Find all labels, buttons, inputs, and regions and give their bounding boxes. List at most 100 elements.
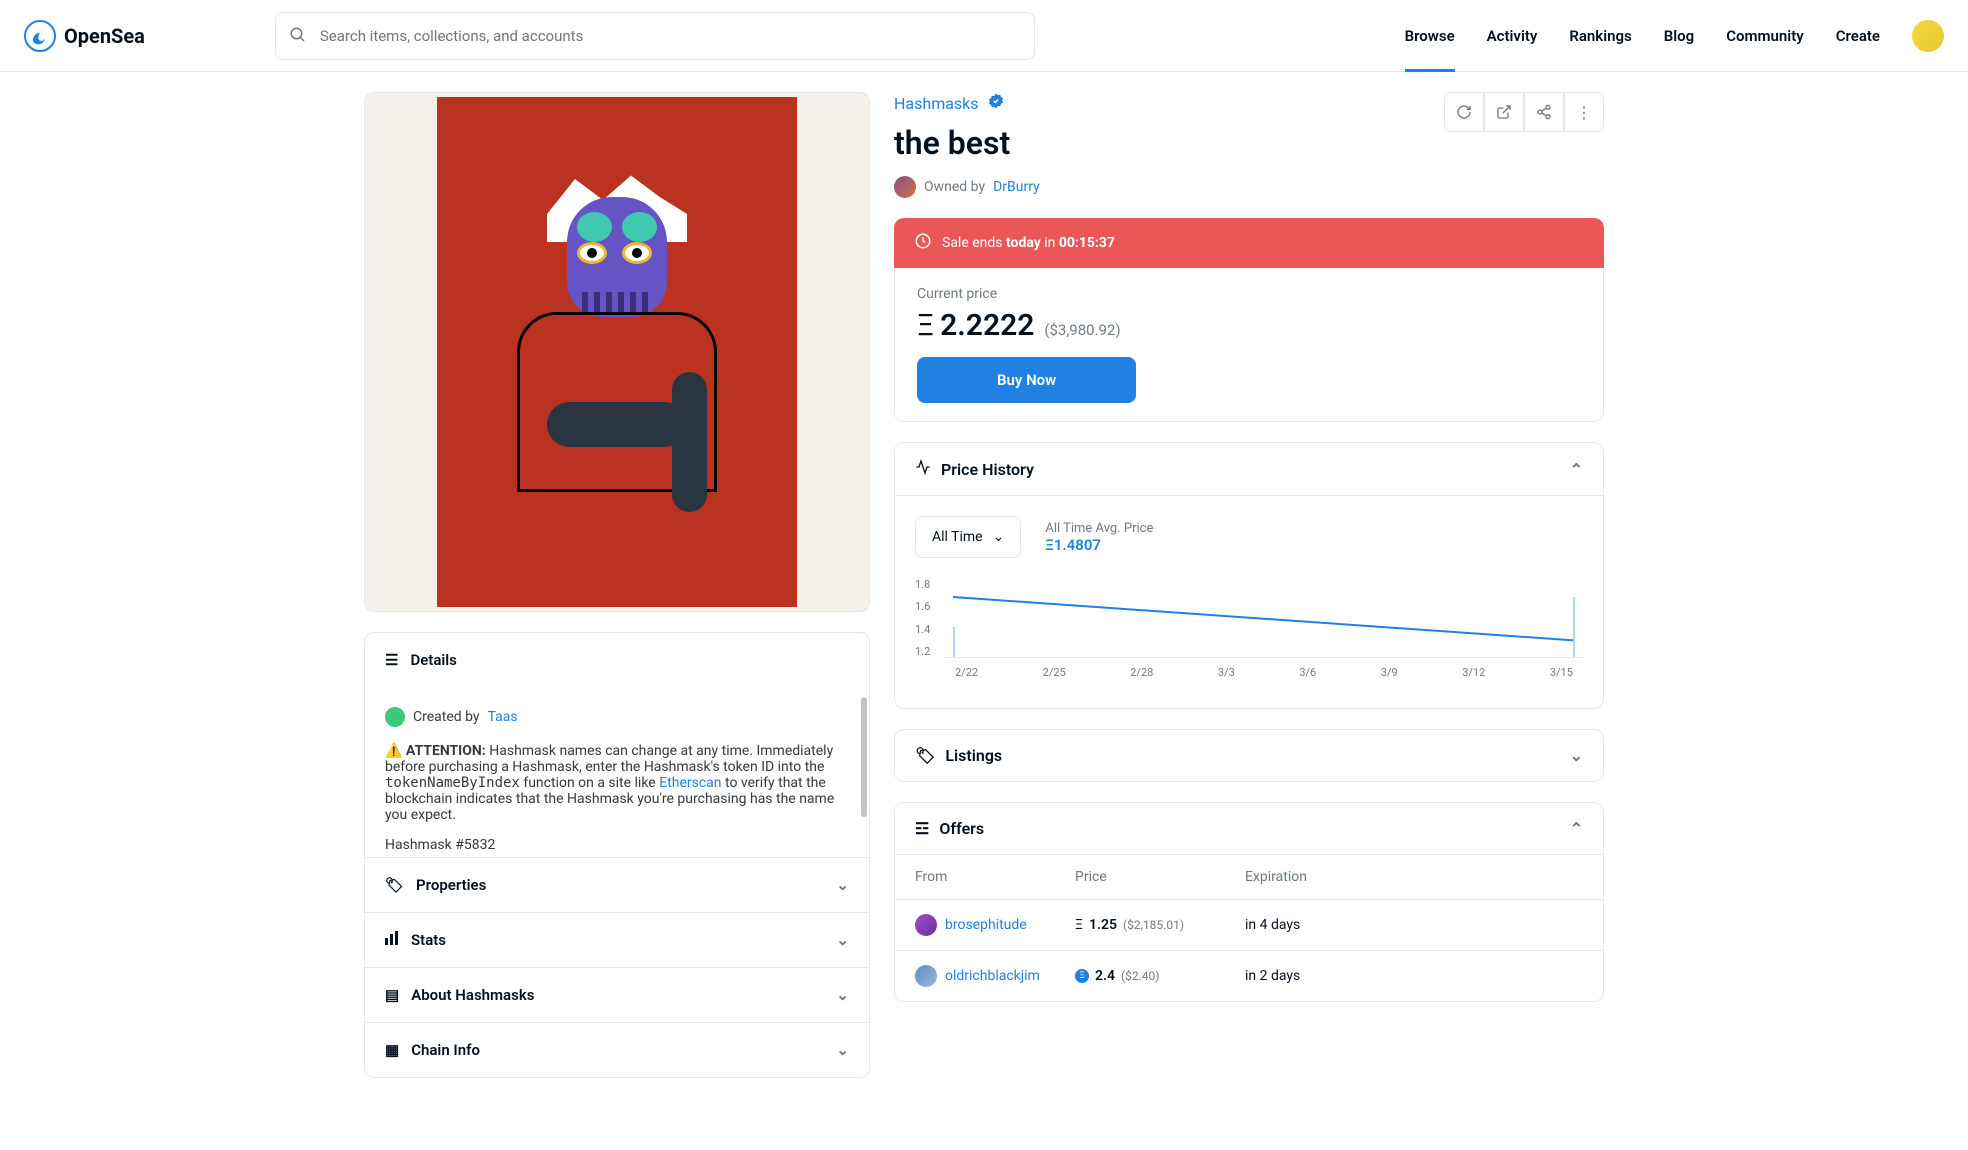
- stats-label: Stats: [411, 931, 446, 949]
- nav-activity[interactable]: Activity: [1487, 27, 1538, 45]
- verified-badge-icon: [987, 92, 1005, 114]
- properties-header[interactable]: 🏷 Properties ⌄: [365, 858, 869, 912]
- price-chart: 1.81.61.41.2 2/222/252/283/33/63/93/123/…: [915, 578, 1583, 688]
- owned-by-label: Owned by: [924, 179, 985, 195]
- offer-expiration: in 2 days: [1245, 968, 1583, 984]
- chevron-up-icon: ⌃: [1570, 819, 1583, 838]
- user-avatar-icon: [915, 914, 937, 936]
- offers-label: Offers: [939, 819, 984, 838]
- warning-label: ATTENTION:: [402, 743, 489, 759]
- warn-t2: function on a site like: [520, 775, 659, 791]
- nft-image: [437, 97, 797, 607]
- x-tick: 2/22: [955, 666, 978, 679]
- offer-user-link[interactable]: brosephitude: [945, 917, 1027, 933]
- x-tick: 3/3: [1218, 666, 1235, 679]
- logo[interactable]: OpenSea: [24, 20, 145, 52]
- eth-icon: Ξ: [1075, 917, 1083, 933]
- listings-card: 🏷 Listings ⌄: [894, 729, 1604, 782]
- properties-label: Properties: [416, 876, 486, 894]
- x-tick: 3/9: [1381, 666, 1398, 679]
- sale-banner: Sale ends today in 00:15:37: [894, 218, 1604, 268]
- nav-rankings[interactable]: Rankings: [1569, 27, 1631, 45]
- hashmask-id: Hashmask #5832: [385, 837, 849, 853]
- offer-price: 2.4: [1095, 968, 1115, 984]
- clock-icon: [914, 232, 932, 254]
- col-from: From: [915, 869, 1075, 885]
- offers-header[interactable]: ☲ Offers ⌃: [895, 803, 1603, 855]
- chevron-down-icon: ⌄: [836, 876, 849, 894]
- col-exp: Expiration: [1245, 869, 1583, 885]
- stats-header[interactable]: Stats ⌄: [365, 913, 869, 967]
- nav-browse[interactable]: Browse: [1405, 27, 1455, 72]
- offer-row: brosephitudeΞ 1.25 ($2,185.01)in 4 days: [895, 900, 1603, 951]
- tag-icon: 🏷: [385, 876, 404, 894]
- main-header: OpenSea Browse Activity Rankings Blog Co…: [0, 0, 1968, 72]
- tag-icon: 🏷: [915, 746, 935, 765]
- list-icon: ☰: [385, 651, 398, 669]
- time-range-select[interactable]: All Time ⌄: [915, 516, 1021, 558]
- nav-create[interactable]: Create: [1836, 27, 1880, 45]
- x-tick: 2/28: [1130, 666, 1153, 679]
- avg-price-value: Ξ1.4807: [1045, 536, 1153, 554]
- eth-amount: 2.2222: [940, 308, 1034, 343]
- details-title: Details: [410, 651, 456, 669]
- etherscan-link[interactable]: Etherscan: [659, 775, 721, 791]
- main-nav: Browse Activity Rankings Blog Community …: [1405, 20, 1944, 52]
- share-button[interactable]: [1524, 92, 1564, 132]
- nav-blog[interactable]: Blog: [1664, 27, 1694, 45]
- created-by-label: Created by: [413, 709, 480, 725]
- nav-community[interactable]: Community: [1726, 27, 1804, 45]
- x-tick: 2/25: [1043, 666, 1066, 679]
- listings-header[interactable]: 🏷 Listings ⌄: [895, 730, 1603, 781]
- x-tick: 3/6: [1299, 666, 1316, 679]
- price-history-card: Price History ⌃ All Time ⌄ All Time Avg.…: [894, 442, 1604, 709]
- col-price: Price: [1075, 869, 1245, 885]
- offer-price: 1.25: [1089, 917, 1117, 933]
- price-history-label: Price History: [941, 460, 1034, 479]
- opensea-logo-icon: [24, 20, 56, 52]
- item-actions: ⋮: [1444, 92, 1604, 132]
- search-input[interactable]: [275, 12, 1035, 60]
- owner-avatar-icon: [894, 176, 916, 198]
- chain-header[interactable]: ▦ Chain Info ⌄: [365, 1023, 869, 1077]
- usd-price: ($3,980.92): [1044, 321, 1120, 339]
- avg-price-label: All Time Avg. Price: [1045, 521, 1153, 536]
- price-history-header[interactable]: Price History ⌃: [895, 443, 1603, 496]
- x-tick: 3/15: [1550, 666, 1573, 679]
- offer-user-link[interactable]: oldrichblackjim: [945, 968, 1040, 984]
- sale-countdown: 00:15:37: [1059, 235, 1115, 251]
- user-avatar[interactable]: [1912, 20, 1944, 52]
- offer-usd: ($2.40): [1121, 969, 1159, 983]
- code-fn: tokenNameByIndex: [385, 775, 520, 791]
- y-tick: 1.2: [915, 645, 930, 658]
- creator-link[interactable]: Taas: [488, 709, 518, 725]
- x-tick: 3/12: [1462, 666, 1485, 679]
- bars-icon: [385, 931, 399, 949]
- offers-card: ☲ Offers ⌃ From Price Expiration broseph…: [894, 802, 1604, 1002]
- sale-when: today: [1006, 235, 1041, 251]
- details-body: Created by Taas ⚠️ ATTENTION: Hashmask n…: [365, 687, 869, 857]
- scrollbar[interactable]: [861, 697, 867, 817]
- collection-link[interactable]: Hashmasks: [894, 94, 979, 113]
- offers-columns: From Price Expiration: [895, 855, 1603, 900]
- y-tick: 1.8: [915, 578, 930, 591]
- about-header[interactable]: ▤ About Hashmasks ⌄: [365, 968, 869, 1022]
- search-container: [275, 12, 1035, 60]
- artwork-frame[interactable]: [364, 92, 870, 612]
- chevron-down-icon: ⌄: [836, 931, 849, 949]
- search-icon: [289, 26, 307, 48]
- details-header[interactable]: ☰ Details: [365, 633, 869, 687]
- refresh-button[interactable]: [1444, 92, 1484, 132]
- offer-row: oldrichblackjim Ξ 2.4 ($2.40) in 2 days: [895, 951, 1603, 1001]
- eth-price: Ξ2.2222: [917, 308, 1034, 343]
- weth-icon: Ξ: [1075, 969, 1089, 983]
- brand-name: OpenSea: [64, 24, 145, 48]
- more-button[interactable]: ⋮: [1564, 92, 1604, 132]
- chevron-down-icon: ⌄: [836, 986, 849, 1004]
- owner-link[interactable]: DrBurry: [993, 179, 1040, 195]
- buy-now-button[interactable]: Buy Now: [917, 357, 1136, 403]
- offer-expiration: in 4 days: [1245, 917, 1583, 933]
- doc-icon-icon: ▦: [385, 1041, 399, 1059]
- sale-in: in: [1041, 235, 1059, 251]
- external-link-button[interactable]: [1484, 92, 1524, 132]
